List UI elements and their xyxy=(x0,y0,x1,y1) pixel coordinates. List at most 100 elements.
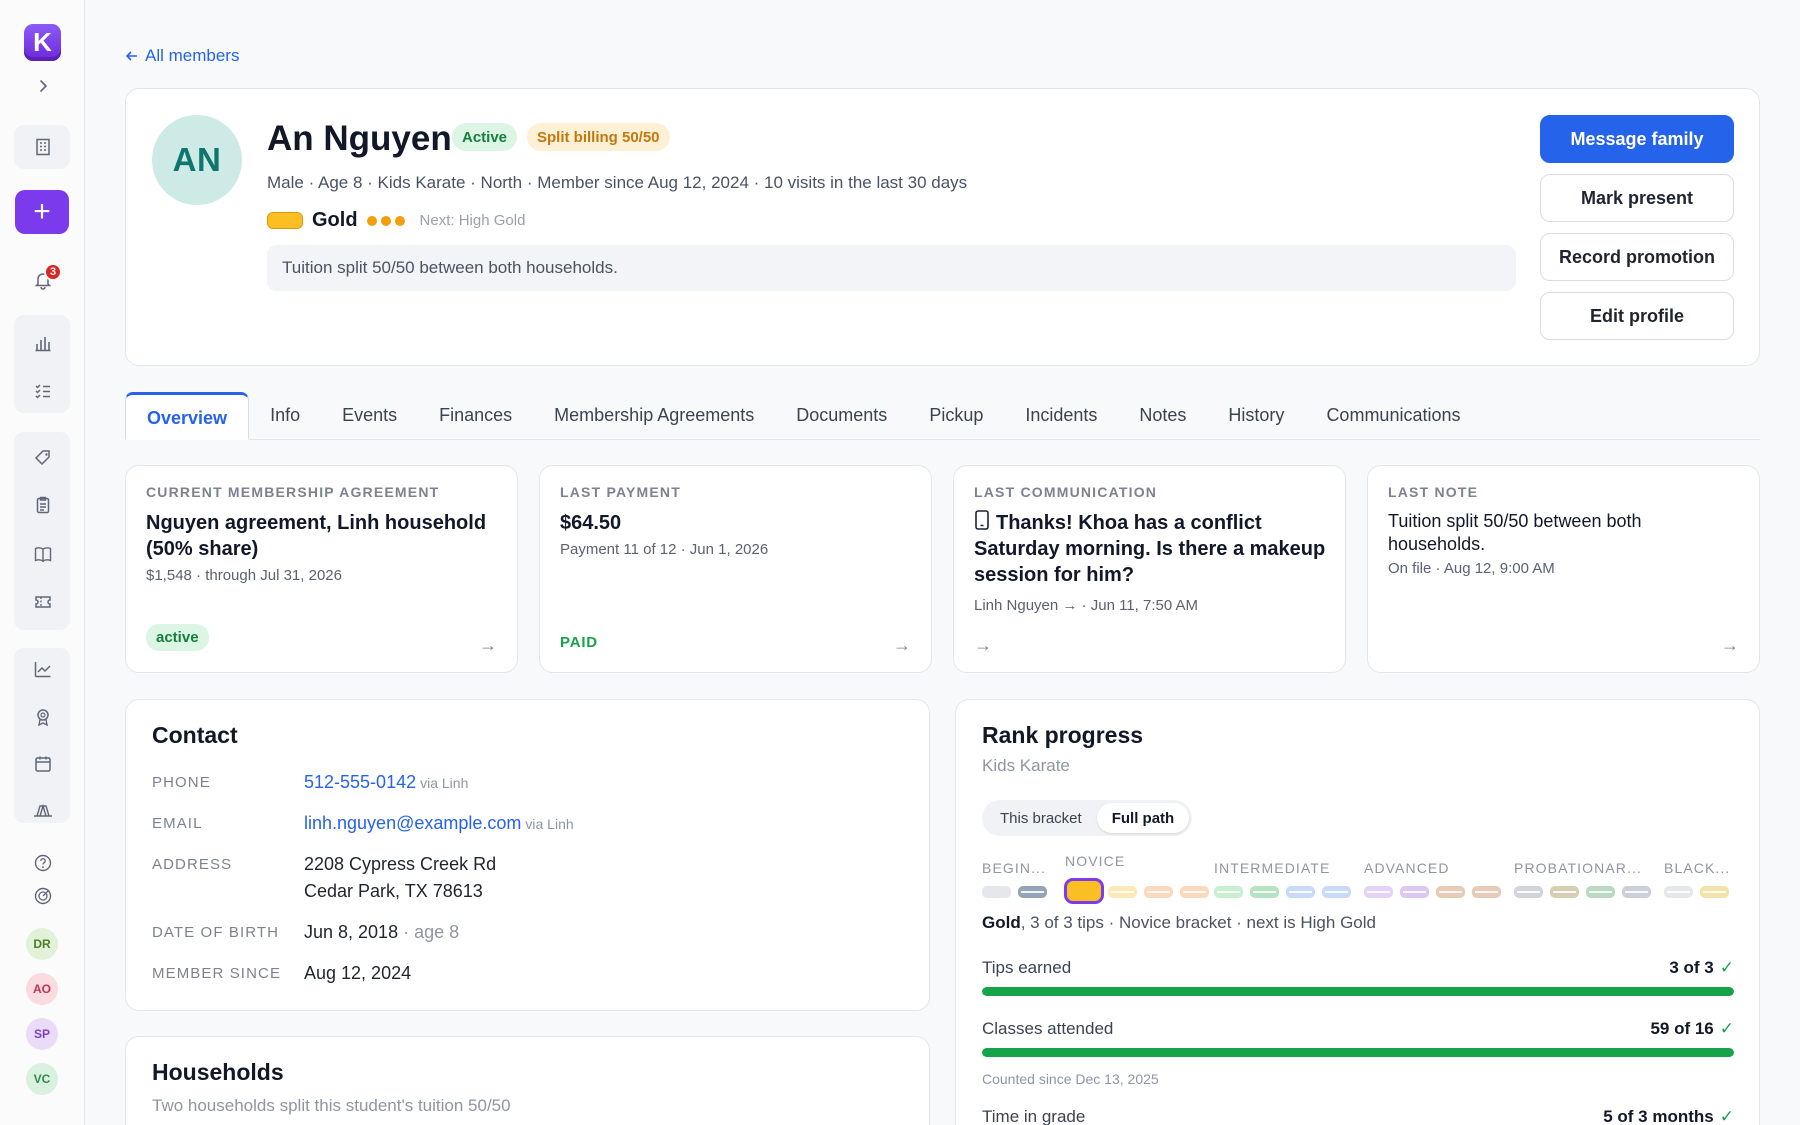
belt-novice-2[interactable] xyxy=(1108,886,1137,898)
arrow-right-icon[interactable]: → xyxy=(479,635,497,656)
dojo-roof-icon[interactable] xyxy=(18,790,68,832)
belt-beginner-2[interactable] xyxy=(1018,886,1047,898)
card-label: CURRENT MEMBERSHIP AGREEMENT xyxy=(146,484,440,500)
sidebar: K + 3 DR AO SP VC xyxy=(0,0,85,1125)
communication-card[interactable]: LAST COMMUNICATION Thanks! Khoa has a co… xyxy=(953,465,1346,673)
arrow-right-icon[interactable]: → xyxy=(893,635,911,656)
belt-novice-3[interactable] xyxy=(1144,886,1173,898)
tab-incidents[interactable]: Incidents xyxy=(1004,391,1118,439)
avatar-vc[interactable]: VC xyxy=(26,1063,58,1095)
summary-details: , 3 of 3 tips · Novice bracket · next is… xyxy=(1020,913,1376,932)
tab-communications[interactable]: Communications xyxy=(1305,391,1481,439)
status-badge: Active xyxy=(452,123,518,151)
phone-label: PHONE xyxy=(152,774,211,791)
back-to-members-link[interactable]: All members xyxy=(125,46,239,66)
toggle-full-path[interactable]: Full path xyxy=(1096,803,1190,833)
payment-card[interactable]: LAST PAYMENT $64.50 Payment 11 of 12 · J… xyxy=(539,465,932,673)
bracket-novice: NOVICE xyxy=(1065,853,1126,869)
communication-message: Thanks! Khoa has a conflict Saturday mor… xyxy=(974,510,1329,588)
email-link[interactable]: linh.nguyen@example.com xyxy=(304,813,521,833)
award-icon[interactable] xyxy=(18,696,68,738)
belt-probationary-3[interactable] xyxy=(1586,886,1615,898)
belt-novice-1[interactable] xyxy=(1064,878,1104,904)
current-rank: Gold Next: High Gold xyxy=(267,209,525,232)
tab-info[interactable]: Info xyxy=(249,391,321,439)
metric-label: Tips earned xyxy=(982,958,1072,977)
metric-tips: Tips earned 3 of 3 ✓ xyxy=(982,958,1734,996)
app-logo[interactable]: K xyxy=(24,24,61,61)
building-icon[interactable] xyxy=(18,126,68,168)
arrow-right-icon[interactable]: → xyxy=(974,635,992,656)
expand-sidebar-icon[interactable] xyxy=(18,66,68,106)
metric-classes: Classes attended 59 of 16 ✓ Counted since … xyxy=(982,1019,1734,1087)
belt-intermediate-1[interactable] xyxy=(1214,886,1243,898)
tab-events[interactable]: Events xyxy=(321,391,418,439)
tab-membership-agreements[interactable]: Membership Agreements xyxy=(533,391,775,439)
avatar-dr[interactable]: DR xyxy=(26,928,58,960)
target-icon[interactable] xyxy=(18,876,68,916)
avatar-sp[interactable]: SP xyxy=(26,1018,58,1050)
tab-pickup[interactable]: Pickup xyxy=(908,391,1004,439)
belt-novice-4[interactable] xyxy=(1180,886,1209,898)
belt-black-1[interactable] xyxy=(1664,886,1693,898)
rank-name: Gold xyxy=(312,209,358,231)
mark-present-button[interactable]: Mark present xyxy=(1540,174,1734,222)
metric-note: Counted since Dec 13, 2025 xyxy=(982,1071,1159,1087)
tab-documents[interactable]: Documents xyxy=(775,391,908,439)
bar-chart-icon[interactable] xyxy=(18,322,68,364)
avatar-initials: SP xyxy=(33,1027,50,1041)
avatar-initials: AO xyxy=(33,982,51,996)
tab-notes[interactable]: Notes xyxy=(1118,391,1207,439)
clipboard-icon[interactable] xyxy=(18,484,68,526)
belt-intermediate-3[interactable] xyxy=(1286,886,1315,898)
dob-date: Jun 8, 2018 xyxy=(304,922,399,942)
bracket-intermediate: INTERMEDIATE xyxy=(1214,860,1331,876)
last-note-card[interactable]: LAST NOTE Tuition split 50/50 between bo… xyxy=(1367,465,1760,673)
tab-history[interactable]: History xyxy=(1207,391,1305,439)
phone-link[interactable]: 512-555-0142 xyxy=(304,772,416,792)
contact-title: Contact xyxy=(152,722,238,748)
trend-line-icon[interactable] xyxy=(18,648,68,690)
belt-advanced-3[interactable] xyxy=(1436,886,1465,898)
agreement-card[interactable]: CURRENT MEMBERSHIP AGREEMENT Nguyen agre… xyxy=(125,465,518,673)
message-family-button[interactable]: Message family xyxy=(1540,115,1734,163)
arrow-right-icon[interactable]: → xyxy=(1721,635,1739,656)
dob-value: Jun 8, 2018 · age 8 xyxy=(304,919,459,946)
checklist-icon[interactable] xyxy=(18,370,68,412)
metric-time-in-grade: Time in grade 5 of 3 months ✓ xyxy=(982,1107,1734,1125)
avatar-ao[interactable]: AO xyxy=(26,973,58,1005)
tab-finances[interactable]: Finances xyxy=(418,391,533,439)
toggle-this-bracket[interactable]: This bracket xyxy=(985,803,1097,833)
notifications-bell-icon[interactable]: 3 xyxy=(18,259,68,301)
belt-beginner-1[interactable] xyxy=(982,886,1011,898)
belt-intermediate-4[interactable] xyxy=(1322,886,1351,898)
calendar-icon[interactable] xyxy=(18,743,68,785)
edit-profile-button[interactable]: Edit profile xyxy=(1540,292,1734,340)
belt-intermediate-2[interactable] xyxy=(1250,886,1279,898)
stripe-dot xyxy=(366,215,377,226)
belt-advanced-2[interactable] xyxy=(1400,886,1429,898)
agreement-sub: $1,548 · through Jul 31, 2026 xyxy=(146,567,342,584)
tab-overview[interactable]: Overview xyxy=(125,392,250,440)
metric-value: 3 of 3 xyxy=(1669,958,1714,977)
belt-black-2[interactable] xyxy=(1700,886,1729,898)
email-value: linh.nguyen@example.com via Linh xyxy=(304,810,574,838)
belt-advanced-1[interactable] xyxy=(1364,886,1393,898)
check-icon: ✓ xyxy=(1719,1107,1734,1125)
tag-icon[interactable] xyxy=(18,437,68,479)
address-label: ADDRESS xyxy=(152,856,233,873)
notification-count-badge: 3 xyxy=(44,263,62,281)
record-promotion-button[interactable]: Record promotion xyxy=(1540,233,1734,281)
member-since-value: Aug 12, 2024 xyxy=(304,963,412,983)
add-button[interactable]: + xyxy=(15,190,69,234)
address-value: 2208 Cypress Creek Rd Cedar Park, TX 7861… xyxy=(304,851,496,905)
back-link-label: All members xyxy=(145,46,240,65)
ticket-icon[interactable] xyxy=(18,581,68,623)
phone-value: 512-555-0142 via Linh xyxy=(304,769,468,797)
belt-probationary-2[interactable] xyxy=(1550,886,1579,898)
belt-probationary-4[interactable] xyxy=(1622,886,1651,898)
belt-probationary-1[interactable] xyxy=(1514,886,1543,898)
address-line-2: Cedar Park, TX 78613 xyxy=(304,881,483,901)
book-icon[interactable] xyxy=(18,533,68,575)
belt-advanced-4[interactable] xyxy=(1472,886,1501,898)
